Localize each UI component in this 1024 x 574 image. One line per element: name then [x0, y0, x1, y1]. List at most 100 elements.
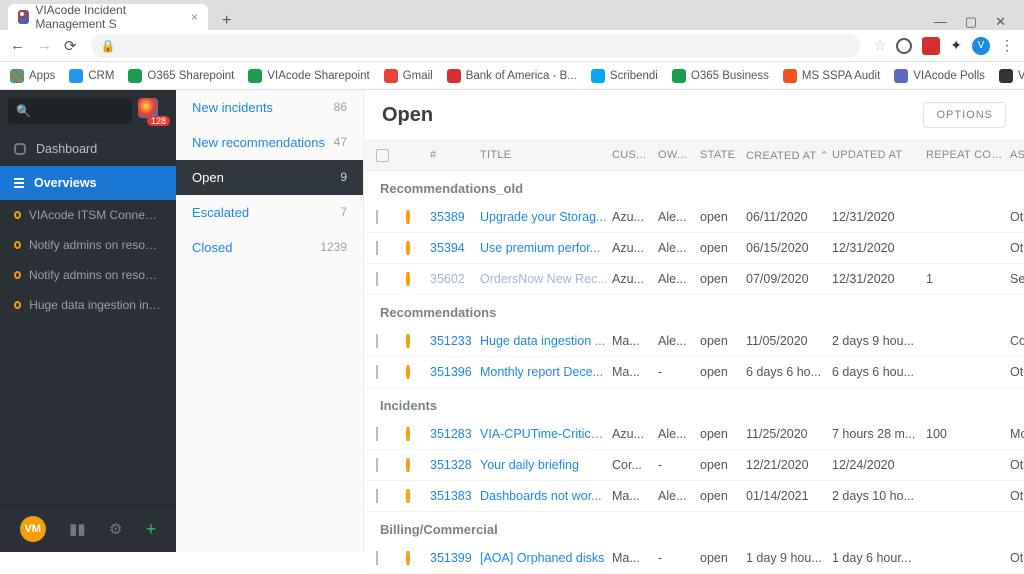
- bookmark-github[interactable]: VIAcode Github: [999, 69, 1024, 83]
- col-id[interactable]: #: [430, 149, 478, 162]
- col-state[interactable]: STATE: [700, 149, 744, 162]
- back-icon[interactable]: ←: [10, 37, 25, 55]
- col-repeat[interactable]: REPEAT COUNT: [926, 149, 1008, 162]
- bookmark-sspa[interactable]: MS SSPA Audit: [783, 69, 880, 83]
- task-item[interactable]: Notify admins on resource creat...: [0, 260, 176, 290]
- row-checkbox[interactable]: [376, 551, 378, 565]
- ticket-title[interactable]: Dashboards not wor...: [480, 489, 610, 503]
- overview-filter[interactable]: New incidents86: [176, 90, 363, 125]
- maximize-icon[interactable]: ▢: [965, 14, 977, 30]
- ext-pdf-icon[interactable]: [922, 37, 940, 55]
- ticket-id[interactable]: 35602: [430, 272, 478, 286]
- overview-filter[interactable]: New recommendations47: [176, 125, 363, 160]
- profile-avatar[interactable]: V: [972, 37, 990, 55]
- status-dot-icon: [14, 241, 21, 249]
- col-customer[interactable]: CUS...: [612, 149, 656, 162]
- bookmark-viasp[interactable]: VIAcode Sharepoint: [248, 69, 369, 83]
- ticket-owner: Ale...: [658, 241, 698, 255]
- table-row[interactable]: 351383Dashboards not wor...Ma...Ale...op…: [364, 481, 1024, 512]
- row-checkbox[interactable]: [376, 272, 378, 286]
- bookmarks-bar: Apps CRM O365 Sharepoint VIAcode Sharepo…: [0, 62, 1024, 90]
- options-button[interactable]: OPTIONS: [923, 102, 1006, 128]
- table-row[interactable]: 351233Huge data ingestion ...Ma...Ale...…: [364, 326, 1024, 357]
- row-checkbox[interactable]: [376, 489, 378, 503]
- ticket-id[interactable]: 351399: [430, 551, 478, 565]
- row-checkbox[interactable]: [376, 334, 378, 348]
- stats-icon[interactable]: ▮▮: [69, 520, 86, 538]
- forward-icon[interactable]: →: [37, 37, 52, 55]
- col-created[interactable]: CREATED AT ⌃: [746, 149, 830, 162]
- ticket-id[interactable]: 351396: [430, 365, 478, 379]
- bookmark-boa[interactable]: Bank of America - B...: [447, 69, 577, 83]
- col-title[interactable]: TITLE: [480, 149, 610, 162]
- ticket-id[interactable]: 351283: [430, 427, 478, 441]
- main-content: Open OPTIONS # TITLE CUS... OW... STATE …: [364, 90, 1024, 552]
- ticket-title[interactable]: Use premium perfor...: [480, 241, 610, 255]
- row-checkbox[interactable]: [376, 241, 378, 255]
- ticket-id[interactable]: 351328: [430, 458, 478, 472]
- col-updated[interactable]: UPDATED AT: [832, 149, 924, 162]
- ticket-title[interactable]: Monthly report Dece...: [480, 365, 610, 379]
- close-icon[interactable]: ×: [191, 10, 198, 24]
- overview-filter[interactable]: Escalated7: [176, 195, 363, 230]
- bookmark-apps[interactable]: Apps: [10, 69, 55, 83]
- table-row[interactable]: 35602OrdersNow New Rec...Azu...Ale...ope…: [364, 264, 1024, 295]
- ticket-state: open: [700, 334, 744, 348]
- select-all-checkbox[interactable]: [376, 149, 389, 162]
- ticket-title[interactable]: VIA-CPUTime-Critical...: [480, 427, 610, 441]
- ext-circle-icon[interactable]: [896, 38, 912, 54]
- bookmark-o365sp[interactable]: O365 Sharepoint: [128, 69, 234, 83]
- ticket-title[interactable]: Upgrade your Storag...: [480, 210, 610, 224]
- ticket-title[interactable]: Your daily briefing: [480, 458, 610, 472]
- bookmark-polls[interactable]: VIAcode Polls: [894, 69, 985, 83]
- task-item[interactable]: Notify admins on resource creat...: [0, 230, 176, 260]
- bookmark-o365biz[interactable]: O365 Business: [672, 69, 769, 83]
- ticket-id[interactable]: 351233: [430, 334, 478, 348]
- star-icon[interactable]: ☆: [874, 37, 887, 54]
- extensions-icon[interactable]: ✦: [950, 37, 962, 54]
- bookmark-scribendi[interactable]: Scribendi: [591, 69, 658, 83]
- bookmark-crm[interactable]: CRM: [69, 69, 114, 83]
- ticket-aspect: Other: [1010, 210, 1024, 224]
- table-row[interactable]: 351396Monthly report Dece...Ma...-open6 …: [364, 357, 1024, 388]
- search-input[interactable]: 🔍: [8, 98, 132, 124]
- ticket-title[interactable]: OrdersNow New Rec...: [480, 272, 610, 286]
- bookmark-gmail[interactable]: Gmail: [384, 69, 433, 83]
- close-window-icon[interactable]: ✕: [995, 14, 1006, 30]
- ticket-id[interactable]: 35394: [430, 241, 478, 255]
- overview-filter[interactable]: Open9: [176, 160, 363, 195]
- col-aspect[interactable]: ASPECT: [1010, 149, 1024, 162]
- col-owner[interactable]: OW...: [658, 149, 698, 162]
- row-checkbox[interactable]: [376, 458, 378, 472]
- nav-dashboard[interactable]: Dashboard: [0, 132, 176, 166]
- new-tab-button[interactable]: +: [216, 12, 237, 30]
- table-row[interactable]: 351399[AOA] Orphaned disksMa...-open1 da…: [364, 543, 1024, 574]
- table-row[interactable]: 35389Upgrade your Storag...Azu...Ale...o…: [364, 202, 1024, 233]
- add-button[interactable]: +: [146, 519, 157, 540]
- row-checkbox[interactable]: [376, 210, 378, 224]
- task-item[interactable]: Huge data ingestion in October: [0, 290, 176, 320]
- user-avatar[interactable]: VM: [20, 516, 46, 542]
- ticket-customer: Ma...: [612, 489, 656, 503]
- minimize-icon[interactable]: —: [934, 14, 947, 30]
- gear-icon[interactable]: ⚙: [109, 520, 122, 538]
- row-checkbox[interactable]: [376, 427, 378, 441]
- table-row[interactable]: 351328Your daily briefingCor...-open12/2…: [364, 450, 1024, 481]
- browser-tab[interactable]: VIAcode Incident Management S ×: [8, 4, 208, 30]
- row-checkbox[interactable]: [376, 365, 378, 379]
- status-ring-icon: [406, 458, 410, 472]
- ticket-aspect: Monitoring: [1010, 427, 1024, 441]
- ticket-title[interactable]: Huge data ingestion ...: [480, 334, 610, 348]
- ticket-id[interactable]: 35389: [430, 210, 478, 224]
- nav-overviews[interactable]: Overviews: [0, 166, 176, 200]
- table-row[interactable]: 351283VIA-CPUTime-Critical...Azu...Ale..…: [364, 419, 1024, 450]
- task-item[interactable]: VIAcode ITSM Connector has ins...: [0, 200, 176, 230]
- url-bar[interactable]: 🔒: [91, 34, 860, 58]
- app-logo[interactable]: 128: [138, 98, 168, 124]
- reload-icon[interactable]: ⟳: [64, 37, 77, 55]
- ticket-id[interactable]: 351383: [430, 489, 478, 503]
- ticket-title[interactable]: [AOA] Orphaned disks: [480, 551, 610, 565]
- menu-icon[interactable]: ⋮: [1000, 37, 1014, 54]
- table-row[interactable]: 35394Use premium perfor...Azu...Ale...op…: [364, 233, 1024, 264]
- overview-filter[interactable]: Closed1239: [176, 230, 363, 265]
